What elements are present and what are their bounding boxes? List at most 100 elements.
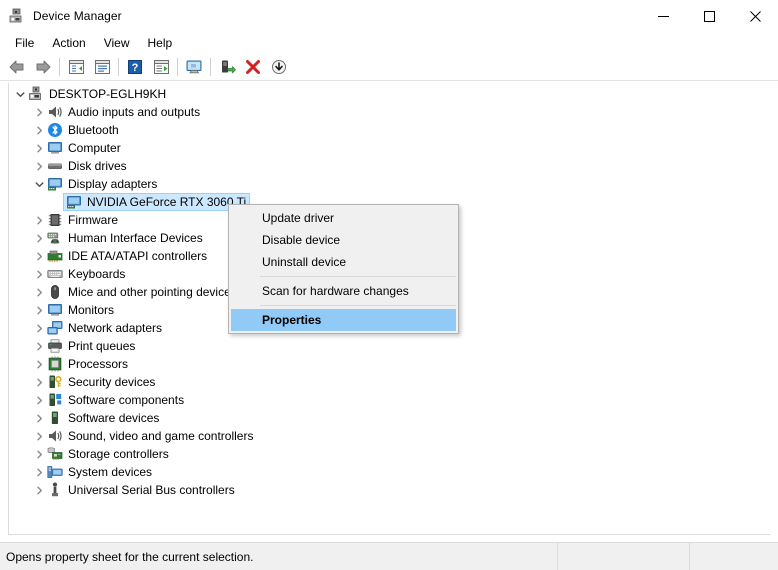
software-device-icon: [47, 410, 63, 426]
monitor-icon: [47, 302, 63, 318]
tree-row-universal-serial-bus-controllers[interactable]: Universal Serial Bus controllers: [9, 481, 770, 499]
title-bar: Device Manager: [0, 0, 778, 32]
menu-view[interactable]: View: [95, 33, 139, 53]
toolbar-separator-4: [210, 58, 211, 76]
menu-bar: File Action View Help: [0, 32, 778, 54]
keyboard-icon: [47, 266, 63, 282]
tree-row-system-devices[interactable]: System devices: [9, 463, 770, 481]
tree-row-computer[interactable]: Computer: [9, 139, 770, 157]
context-menu-item-uninstall-device[interactable]: Uninstall device: [229, 251, 458, 273]
chevron-right-icon[interactable]: [31, 103, 47, 121]
chevron-right-icon[interactable]: [31, 481, 47, 499]
menu-file[interactable]: File: [6, 33, 43, 53]
chevron-right-icon[interactable]: [31, 247, 47, 265]
tree-item-label: Print queues: [68, 339, 136, 353]
back-icon[interactable]: [4, 55, 30, 79]
menu-help[interactable]: Help: [139, 33, 182, 53]
chevron-right-icon[interactable]: [31, 121, 47, 139]
chevron-right-icon[interactable]: [31, 229, 47, 247]
chevron-right-icon[interactable]: [31, 355, 47, 373]
enable-device-icon[interactable]: [214, 55, 240, 79]
device-manager-icon: [9, 8, 25, 24]
disk-drive-icon: [47, 158, 63, 174]
tree-row-print-queues[interactable]: Print queues: [9, 337, 770, 355]
tree-item-label: Processors: [68, 357, 129, 371]
tree-row-software-devices[interactable]: Software devices: [9, 409, 770, 427]
chevron-right-icon[interactable]: [31, 373, 47, 391]
tree-row-audio-inputs-and-outputs[interactable]: Audio inputs and outputs: [9, 103, 770, 121]
speaker-icon: [47, 428, 63, 444]
menu-action[interactable]: Action: [43, 33, 94, 53]
status-pane-secondary: [558, 543, 690, 570]
computer-root-icon: [28, 86, 44, 102]
tree-item-label: Computer: [68, 141, 121, 155]
tree-item-label: Security devices: [68, 375, 156, 389]
tree-item-label: System devices: [68, 465, 153, 479]
usb-icon: [47, 482, 63, 498]
tree-item-label: Keyboards: [68, 267, 126, 281]
toolbar-separator-2: [118, 58, 119, 76]
mouse-icon: [47, 284, 63, 300]
tree-row-security-devices[interactable]: Security devices: [9, 373, 770, 391]
context-menu-item-disable-device[interactable]: Disable device: [229, 229, 458, 251]
tree-row-sound-video-and-game-controllers[interactable]: Sound, video and game controllers: [9, 427, 770, 445]
properties-icon[interactable]: [89, 55, 115, 79]
tree-selection-highlight: NVIDIA GeForce RTX 3060 Ti: [63, 193, 251, 211]
bluetooth-icon: [47, 122, 63, 138]
tree-item-label: Universal Serial Bus controllers: [68, 483, 235, 497]
context-menu[interactable]: Update driver Disable device Uninstall d…: [228, 204, 459, 334]
uninstall-device-icon[interactable]: [240, 55, 266, 79]
tree-row-software-components[interactable]: Software components: [9, 391, 770, 409]
minimize-button[interactable]: [640, 0, 686, 32]
forward-icon[interactable]: [30, 55, 56, 79]
tree-item-label: Disk drives: [68, 159, 127, 173]
window-controls: [640, 0, 778, 32]
content-area: DESKTOP-EGLH9KH Audio inputs and outputs: [0, 81, 778, 542]
tree-item-label: Firmware: [68, 213, 118, 227]
window-title: Device Manager: [33, 9, 122, 23]
scan-for-hardware-changes-icon[interactable]: [181, 55, 207, 79]
context-menu-item-properties[interactable]: Properties: [231, 309, 456, 331]
toolbar-separator-3: [177, 58, 178, 76]
chevron-right-icon[interactable]: [31, 139, 47, 157]
chevron-right-icon[interactable]: [31, 427, 47, 445]
display-adapter-icon: [66, 194, 82, 210]
ide-controller-icon: [47, 248, 63, 264]
tree-item-label: Storage controllers: [68, 447, 169, 461]
close-button[interactable]: [732, 0, 778, 32]
context-menu-item-scan-for-hardware-changes[interactable]: Scan for hardware changes: [229, 280, 458, 302]
system-device-icon: [47, 464, 63, 480]
context-menu-item-update-driver[interactable]: Update driver: [229, 207, 458, 229]
tree-item-label: IDE ATA/ATAPI controllers: [68, 249, 208, 263]
chevron-right-icon[interactable]: [31, 463, 47, 481]
chevron-right-icon[interactable]: [31, 283, 47, 301]
chevron-right-icon[interactable]: [31, 445, 47, 463]
chevron-right-icon[interactable]: [31, 157, 47, 175]
tree-row-bluetooth[interactable]: Bluetooth: [9, 121, 770, 139]
tree-row-root[interactable]: DESKTOP-EGLH9KH: [9, 85, 770, 103]
chevron-right-icon[interactable]: [31, 265, 47, 283]
help-icon[interactable]: ?: [122, 55, 148, 79]
tree-item-label: NVIDIA GeForce RTX 3060 Ti: [87, 195, 247, 209]
tree-row-processors[interactable]: Processors: [9, 355, 770, 373]
maximize-button[interactable]: [686, 0, 732, 32]
chevron-right-icon[interactable]: [31, 409, 47, 427]
chevron-right-icon[interactable]: [31, 211, 47, 229]
chevron-right-icon[interactable]: [31, 337, 47, 355]
tree-row-display-adapters[interactable]: Display adapters: [9, 175, 770, 193]
status-message: Opens property sheet for the current sel…: [6, 549, 254, 564]
tree-row-storage-controllers[interactable]: Storage controllers: [9, 445, 770, 463]
disable-device-icon[interactable]: [266, 55, 292, 79]
tree-row-disk-drives[interactable]: Disk drives: [9, 157, 770, 175]
show-hide-console-tree-icon[interactable]: [63, 55, 89, 79]
chevron-right-icon[interactable]: [31, 301, 47, 319]
svg-text:?: ?: [132, 62, 139, 74]
chevron-right-icon[interactable]: [31, 391, 47, 409]
status-bar: Opens property sheet for the current sel…: [0, 542, 778, 570]
chevron-down-icon[interactable]: [31, 175, 47, 193]
chevron-down-icon[interactable]: [12, 85, 28, 103]
tree-item-label: Bluetooth: [68, 123, 119, 137]
display-adapter-icon: [47, 176, 63, 192]
update-driver-icon[interactable]: [148, 55, 174, 79]
chevron-right-icon[interactable]: [31, 319, 47, 337]
